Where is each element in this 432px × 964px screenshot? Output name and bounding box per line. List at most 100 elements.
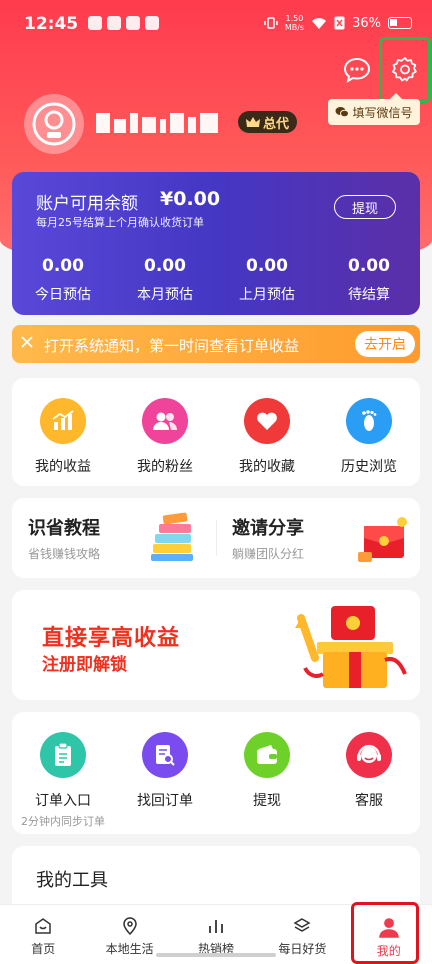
layers-icon — [293, 918, 311, 932]
status-time: 12:45 — [24, 14, 79, 34]
location-pin-icon — [122, 917, 137, 935]
bar-chart-icon — [209, 920, 223, 933]
nav-label: 首页 — [31, 942, 56, 956]
notification-banner: 打开系统通知，第一时间查看订单收益 去开启 — [12, 325, 420, 363]
menu-history[interactable]: 历史浏览 — [318, 398, 420, 476]
menu-label: 提现 — [253, 793, 281, 809]
document-search-icon — [142, 732, 188, 778]
wallet-icon — [244, 732, 290, 778]
battery-icon — [388, 17, 412, 29]
menu-label: 我的粉丝 — [137, 459, 193, 475]
promo-subtitle: 躺赚团队分红 — [232, 547, 305, 561]
crown-icon — [246, 116, 260, 127]
red-envelope-illustration-icon — [358, 517, 407, 562]
enable-notification-button[interactable]: 去开启 — [355, 331, 415, 357]
clipboard-icon — [40, 732, 86, 778]
stat-label: 待结算 — [348, 287, 390, 303]
status-right: 1.50 MB/s 36% — [264, 14, 412, 32]
promo-tutorial[interactable]: 识省教程 省钱赚钱攻略 — [12, 498, 216, 578]
menu-label: 我的收益 — [35, 459, 91, 475]
vibrate-icon — [264, 17, 278, 29]
stat-label: 本月预估 — [137, 287, 193, 303]
wifi-icon — [312, 17, 327, 29]
stat-label: 今日预估 — [35, 287, 91, 303]
balance-card: 账户可用余额 ¥0.00 每月25号结算上个月确认收货订单 提现 0.00 今日… — [12, 172, 420, 315]
vip-badge: 总代 — [238, 111, 298, 133]
stat-value: 0.00 — [144, 256, 186, 276]
status-app-icons — [88, 16, 159, 30]
avatar[interactable] — [24, 94, 84, 154]
status-bar: 12:45 1.50 MB/s 36% — [0, 0, 432, 48]
menu-label: 历史浏览 — [341, 459, 397, 475]
settings-button[interactable] — [379, 37, 431, 103]
notification-app-icon — [126, 16, 140, 30]
balance-subtitle: 每月25号结算上个月确认收货订单 — [36, 216, 204, 229]
nav-mine-highlight — [351, 902, 419, 964]
banner-headline: 直接享高收益 — [42, 626, 181, 651]
menu-my-favorites[interactable]: 我的收藏 — [216, 398, 318, 476]
close-icon[interactable] — [20, 334, 36, 352]
stat-this-month[interactable]: 0.00 本月预估 — [114, 256, 216, 304]
balance-title: 账户可用余额 — [36, 194, 138, 214]
chat-bubble-icon — [343, 57, 371, 84]
notification-app-icon — [145, 16, 159, 30]
sim-blocked-icon — [334, 16, 345, 30]
balance-amount: ¥0.00 — [160, 188, 221, 210]
vip-badge-label: 总代 — [263, 116, 290, 132]
earnings-chart-icon — [40, 398, 86, 444]
earnings-banner[interactable]: 直接享高收益 注册即解锁 — [12, 590, 420, 700]
menu-label: 订单入口 — [35, 793, 91, 809]
order-menu-card: 订单入口 2分钟内同步订单 找回订单 提现 客服 — [12, 712, 420, 834]
promo-title: 识省教程 — [28, 518, 100, 539]
menu-order-entry[interactable]: 订单入口 2分钟内同步订单 — [12, 732, 114, 829]
menu-sublabel: 2分钟内同步订单 — [21, 815, 105, 828]
earnings-stats: 0.00 今日预估 0.00 本月预估 0.00 上月预估 0.00 待结算 — [12, 256, 420, 304]
stat-last-month[interactable]: 0.00 上月预估 — [216, 256, 318, 304]
notification-app-icon — [107, 16, 121, 30]
stat-value: 0.00 — [348, 256, 390, 276]
wechat-tip-label: 填写微信号 — [352, 105, 413, 120]
menu-my-fans[interactable]: 我的粉丝 — [114, 398, 216, 476]
username-obscured — [96, 109, 220, 137]
notification-app-icon — [88, 16, 102, 30]
nav-label: 本地生活 — [105, 942, 154, 956]
footprint-icon — [346, 398, 392, 444]
user-avatar-icon — [32, 102, 76, 146]
gear-icon — [392, 57, 417, 82]
headset-icon — [346, 732, 392, 778]
nav-home[interactable]: 首页 — [0, 905, 86, 964]
network-speed: 1.50 MB/s — [284, 14, 305, 32]
menu-withdraw[interactable]: 提现 — [216, 732, 318, 829]
books-illustration-icon — [151, 512, 193, 561]
stat-label: 上月预估 — [239, 287, 295, 303]
message-button[interactable] — [342, 56, 372, 84]
menu-my-earnings[interactable]: 我的收益 — [12, 398, 114, 476]
wechat-icon — [335, 107, 350, 118]
menu-label: 找回订单 — [137, 793, 193, 809]
withdraw-button[interactable]: 提现 — [334, 195, 396, 219]
nav-label: 每日好货 — [278, 942, 327, 956]
promo-subtitle: 省钱赚钱攻略 — [28, 547, 101, 561]
quick-menu-card: 我的收益 我的粉丝 我的收藏 历史浏览 — [12, 378, 420, 486]
promo-title: 邀请分享 — [232, 518, 304, 539]
stat-value: 0.00 — [42, 256, 84, 276]
gift-box-illustration-icon — [295, 606, 407, 688]
menu-find-order[interactable]: 找回订单 — [114, 732, 216, 829]
stat-today[interactable]: 0.00 今日预估 — [12, 256, 114, 304]
promo-invite[interactable]: 邀请分享 躺赚团队分红 — [216, 498, 420, 578]
fans-people-icon — [142, 398, 188, 444]
home-icon — [35, 918, 51, 934]
heart-icon — [244, 398, 290, 444]
notification-message: 打开系统通知，第一时间查看订单收益 — [44, 337, 300, 355]
menu-label: 我的收藏 — [239, 459, 295, 475]
wechat-tip-button[interactable]: 填写微信号 — [328, 93, 420, 125]
stat-value: 0.00 — [246, 256, 288, 276]
banner-subline: 注册即解锁 — [42, 655, 127, 675]
tools-title: 我的工具 — [36, 870, 108, 891]
stat-pending[interactable]: 0.00 待结算 — [318, 256, 420, 304]
menu-customer-service[interactable]: 客服 — [318, 732, 420, 829]
battery-percent: 36% — [352, 15, 381, 31]
home-indicator — [156, 953, 276, 957]
menu-label: 客服 — [355, 793, 383, 809]
promo-card: 识省教程 省钱赚钱攻略 邀请分享 躺赚团队分红 — [12, 498, 420, 578]
